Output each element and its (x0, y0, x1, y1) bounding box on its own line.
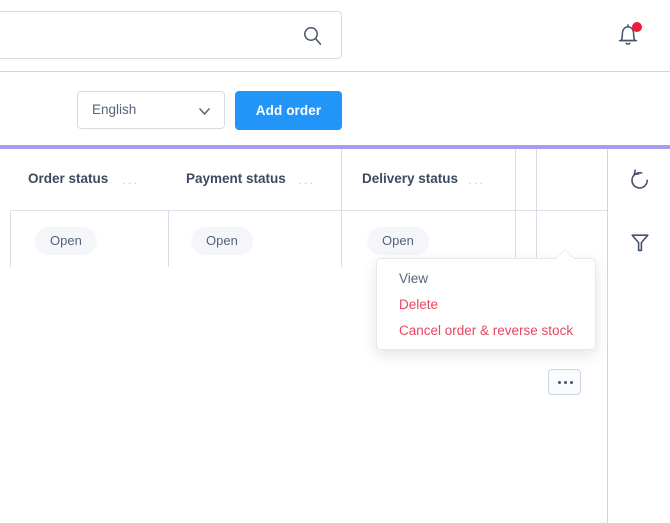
column-header-delivery-status: Delivery status (362, 171, 459, 186)
app-root: English Add order Order status ··· Payme… (0, 0, 670, 523)
popup-arrow-inner (555, 250, 575, 260)
column-divider (341, 149, 342, 267)
ellipsis-icon-dot (563, 381, 568, 385)
menu-item-view[interactable]: View (399, 271, 428, 286)
column-menu-delivery-status[interactable]: ··· (468, 175, 485, 190)
search-input[interactable] (0, 12, 283, 58)
column-divider (168, 211, 169, 267)
ellipsis-icon (558, 381, 562, 385)
status-badge-delivery: Open (367, 227, 429, 255)
column-menu-order-status[interactable]: ··· (122, 175, 139, 190)
menu-item-delete[interactable]: Delete (399, 297, 438, 312)
row-context-menu: View Delete Cancel order & reverse stock (376, 249, 596, 350)
column-header-order-status: Order status (28, 171, 109, 186)
language-select-value: English (92, 102, 137, 117)
column-divider (515, 149, 516, 267)
filter-icon (631, 234, 649, 252)
refresh-icon (631, 169, 649, 189)
column-divider (536, 149, 537, 267)
search-icon[interactable] (302, 25, 324, 47)
ellipsis-icon-dot (569, 381, 573, 385)
chevron-down-icon (198, 105, 211, 118)
language-select[interactable]: English (77, 91, 225, 129)
refresh-button[interactable] (627, 167, 653, 193)
column-divider (10, 211, 11, 267)
menu-item-cancel-order[interactable]: Cancel order & reverse stock (399, 323, 573, 338)
status-badge-payment: Open (191, 227, 253, 255)
top-bar (0, 0, 670, 72)
search-box[interactable] (0, 11, 342, 59)
column-menu-payment-status[interactable]: ··· (298, 175, 315, 190)
status-badge-order: Open (35, 227, 97, 255)
right-toolbar (607, 149, 670, 523)
row-actions-button[interactable] (548, 369, 581, 395)
notification-badge (632, 22, 642, 32)
column-header-payment-status: Payment status (186, 171, 286, 186)
action-bar: English Add order (0, 72, 670, 146)
add-order-button[interactable]: Add order (235, 91, 342, 130)
filter-button[interactable] (627, 230, 653, 256)
notifications-button[interactable] (615, 21, 645, 53)
